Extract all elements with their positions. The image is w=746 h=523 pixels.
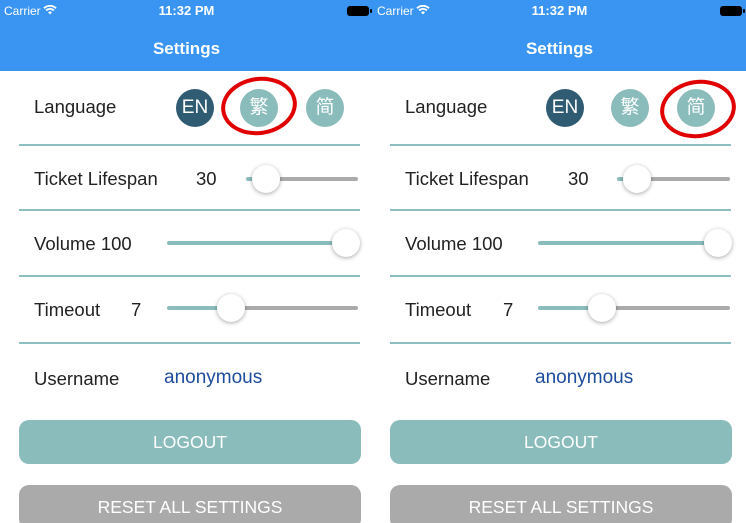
timeout-value: 7 [503,299,514,320]
page-title: Settings [152,39,221,58]
timeout-slider[interactable] [538,293,730,323]
nav-bar: Carrier 11:32 PM Settings [0,0,373,71]
status-time: 11:32 PM [158,3,215,18]
volume-value: 100 [471,233,503,254]
language-traditional-button[interactable]: 繁 [611,89,649,127]
divider [19,209,360,211]
slider-thumb[interactable] [588,294,616,322]
timeout-value: 7 [131,299,142,320]
divider [19,342,360,344]
ticket-lifespan-slider[interactable] [246,164,358,194]
language-label: Language [34,96,117,117]
battery-icon [347,6,372,16]
reset-all-settings-button[interactable]: RESET ALL SETTINGS [390,485,732,523]
ticket-lifespan-slider[interactable] [617,164,730,194]
status-bar: Carrier 11:32 PM [373,0,746,22]
volume-value: 100 [100,233,132,254]
language-label: Language [405,96,488,117]
reset-all-settings-button[interactable]: RESET ALL SETTINGS [19,485,361,523]
username-label: Username [405,368,491,389]
highlight-circle [656,74,740,144]
divider [390,209,731,211]
ticket-lifespan-label: Ticket Lifespan [34,168,158,189]
ticket-lifespan-value: 30 [196,168,217,189]
status-time: 11:32 PM [531,3,588,18]
nav-bar: Carrier 11:32 PM Settings [373,0,746,71]
volume-slider[interactable] [167,228,360,258]
language-simplified-button[interactable]: 简 [306,89,344,127]
settings-screen-right: Carrier 11:32 PM Settings Language EN 繁 … [373,0,746,523]
logout-button[interactable]: LOGOUT [390,420,732,464]
status-bar: Carrier 11:32 PM [0,0,373,22]
timeout-label: Timeout [405,299,472,320]
slider-thumb[interactable] [704,229,732,257]
username-value[interactable]: anonymous [164,367,262,389]
timeout-label: Timeout [34,299,101,320]
ticket-lifespan-value: 30 [568,168,589,189]
divider [390,144,731,146]
volume-label: Volume 100 [34,233,132,254]
battery-icon [720,6,745,16]
settings-screen-left: Carrier 11:32 PM Settings Language EN 繁 … [0,0,373,523]
slider-thumb[interactable] [623,165,651,193]
divider [19,144,360,146]
volume-label: Volume 100 [405,233,503,254]
page-title: Settings [525,39,594,58]
divider [390,342,731,344]
slider-thumb[interactable] [332,229,360,257]
logout-button[interactable]: LOGOUT [19,420,361,464]
language-en-button[interactable]: EN [546,89,584,127]
language-en-button[interactable]: EN [176,89,214,127]
volume-slider[interactable] [538,228,732,258]
divider [390,275,731,277]
timeout-slider[interactable] [167,293,358,323]
ticket-lifespan-label: Ticket Lifespan [405,168,529,189]
highlight-circle [217,71,301,141]
slider-thumb[interactable] [217,294,245,322]
slider-thumb[interactable] [252,165,280,193]
username-value[interactable]: anonymous [535,367,633,389]
divider [19,275,360,277]
username-label: Username [34,368,120,389]
